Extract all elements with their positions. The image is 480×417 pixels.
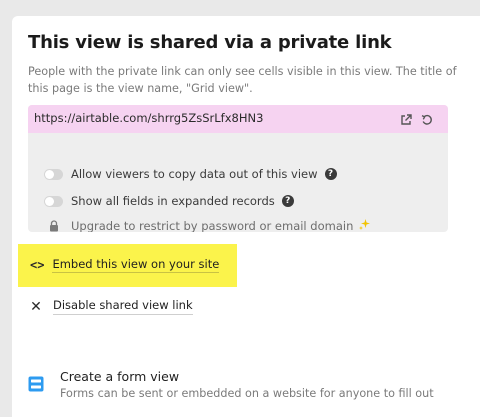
show-all-fields-toggle[interactable] <box>44 195 63 207</box>
restrict-upgrade-label: Upgrade to restrict by password or email… <box>71 219 354 232</box>
panel-description: People with the private link can only se… <box>28 65 457 95</box>
code-icon: <> <box>30 258 45 272</box>
form-view-description: Forms can be sent or embedded on a websi… <box>60 387 434 400</box>
disable-link-button[interactable]: ✕ Disable shared view link <box>30 298 193 315</box>
help-icon[interactable]: ? <box>281 195 294 207</box>
external-link-icon[interactable] <box>399 112 413 126</box>
embed-view-label: Embed this view on your site <box>52 257 220 273</box>
show-all-fields-label: Show all fields in expanded records <box>71 194 275 208</box>
share-settings-box: https://airtable.com/shrrg5ZsSrLfx8HN3 A… <box>28 105 448 232</box>
sparkle-icon <box>359 219 371 232</box>
create-form-view-option[interactable]: Create a form view Forms can be sent or … <box>28 368 468 408</box>
disable-link-label: Disable shared view link <box>53 298 193 315</box>
option-show-all-fields: Show all fields in expanded records ? <box>44 191 294 211</box>
allow-copy-label: Allow viewers to copy data out of this v… <box>71 167 318 181</box>
panel-title: This view is shared via a private link <box>28 32 392 53</box>
form-view-title: Create a form view <box>60 369 180 384</box>
help-icon[interactable]: ? <box>324 168 337 180</box>
share-view-panel: This view is shared via a private link P… <box>12 16 480 417</box>
share-url[interactable]: https://airtable.com/shrrg5ZsSrLfx8HN3 <box>34 111 263 125</box>
form-view-icon <box>28 376 44 392</box>
lock-icon <box>44 220 63 232</box>
option-allow-copy: Allow viewers to copy data out of this v… <box>44 164 337 184</box>
embed-view-button[interactable]: <> Embed this view on your site <box>18 244 237 287</box>
share-url-row: https://airtable.com/shrrg5ZsSrLfx8HN3 <box>28 105 448 133</box>
regenerate-icon[interactable] <box>420 112 434 126</box>
allow-copy-toggle[interactable] <box>44 168 63 180</box>
option-restrict-upgrade[interactable]: Upgrade to restrict by password or email… <box>44 216 371 232</box>
close-icon: ✕ <box>30 298 42 315</box>
